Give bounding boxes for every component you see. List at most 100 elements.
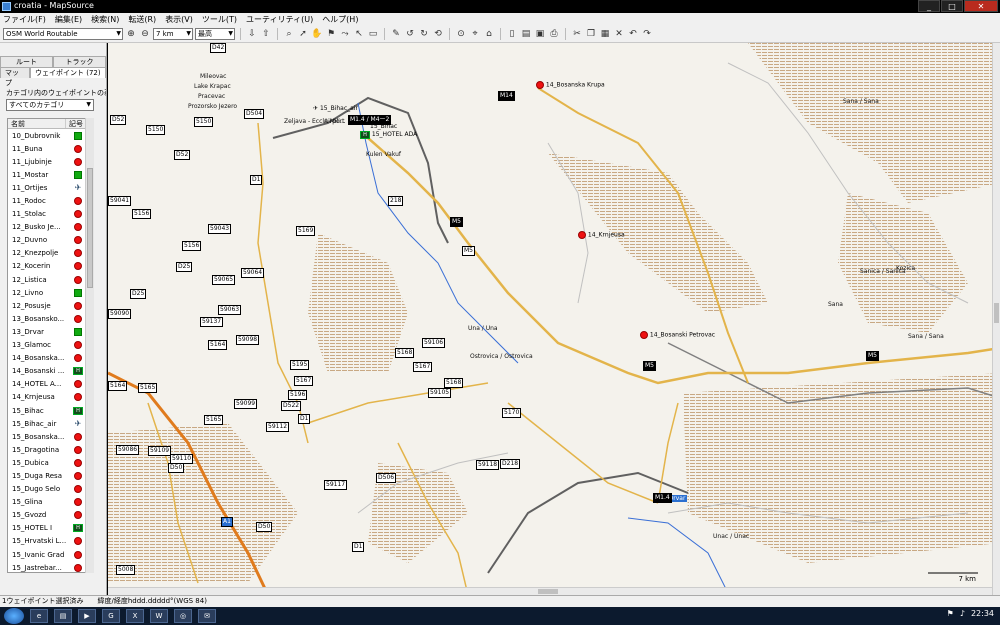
close-button[interactable]: ✕ (964, 0, 998, 12)
waypoint-row[interactable]: 11_Ortijes ✈ (8, 181, 92, 194)
waypoint-row[interactable]: 15_Dugo Selo (8, 483, 92, 496)
waypoint-marker[interactable]: 14_Bosanska Krupa (536, 81, 605, 89)
waypoint-marker[interactable]: ✈ 15_Bihac_air (313, 105, 358, 112)
maximize-button[interactable]: □ (941, 0, 963, 12)
paste-icon[interactable]: ▦ (599, 28, 611, 40)
scrollbar-thumb[interactable] (538, 589, 558, 594)
waypoint-row[interactable]: 12_Livno (8, 286, 92, 299)
waypoint-marker[interactable]: 14_Krnjeusa (578, 231, 625, 239)
new-icon[interactable]: ▯ (506, 28, 518, 40)
waypoint-row[interactable]: 15_HOTEL I H (8, 522, 92, 535)
waypoint-row[interactable]: 15_Bihac_air ✈ (8, 417, 92, 430)
waypoint-marker[interactable]: 14_Bosanski Petrovac (640, 331, 715, 339)
menu-edit[interactable]: 編集(E) (55, 14, 82, 25)
scrollbar-thumb[interactable] (994, 303, 999, 323)
waypoint-row[interactable]: 13_Glamoc (8, 339, 92, 352)
waypoint-row[interactable]: 15_Hrvatski L... (8, 535, 92, 548)
minimize-button[interactable]: _ (918, 0, 940, 12)
send-to-device-icon[interactable]: ⇧ (260, 28, 272, 40)
waypoint-row[interactable]: 12_Knezpolje (8, 247, 92, 260)
category-select[interactable]: すべてのカテゴリ ▼ (6, 99, 94, 111)
tab-waypoints[interactable]: ウェイポイント (72) (30, 67, 106, 78)
waypoint-marker[interactable]: H 15_HOTEL ADA (360, 131, 417, 139)
menu-tools[interactable]: ツール(T) (202, 14, 237, 25)
hand-tool-icon[interactable]: ✋ (311, 28, 323, 40)
map-horizontal-scrollbar[interactable] (108, 587, 992, 595)
open-icon[interactable]: ▤ (520, 28, 532, 40)
waypoint-row[interactable]: 14_Bosanska... (8, 352, 92, 365)
menu-file[interactable]: ファイル(F) (3, 14, 46, 25)
waypoint-row[interactable]: 14_Bosanski ... H (8, 365, 92, 378)
waypoint-row[interactable]: 15_Dragotina (8, 443, 92, 456)
waypoint-tool-icon[interactable]: ⚑ (325, 28, 337, 40)
measure-tool-icon[interactable]: ▭ (367, 28, 379, 40)
menu-search[interactable]: 検索(N) (91, 14, 119, 25)
pointer-tool-icon[interactable]: ↖ (353, 28, 365, 40)
tab-maps[interactable]: マップ (0, 67, 30, 87)
waypoint-row[interactable]: 12_Duvno (8, 234, 92, 247)
map-product-select[interactable]: OSM World Routable ▼ (3, 28, 123, 40)
waypoint-row[interactable]: 13_Drvar (8, 325, 92, 338)
clock[interactable]: 22:34 (971, 609, 994, 618)
taskbar-app-garmin-icon[interactable]: G (102, 609, 120, 623)
zoom-tool-icon[interactable]: ⌕ (283, 28, 295, 40)
waypoint-row[interactable]: 11_Mostar (8, 168, 92, 181)
waypoint-row[interactable]: 10_Dubrovnik (8, 129, 92, 142)
waypoint-row[interactable]: 15_Jastrebar... (8, 561, 92, 572)
waypoint-row[interactable]: 15_Dubica (8, 456, 92, 469)
waypoint-row[interactable]: 11_Rodoc (8, 194, 92, 207)
taskbar-app-word-icon[interactable]: W (150, 609, 168, 623)
print-icon[interactable]: ⎙ (548, 28, 560, 40)
zoom-in-icon[interactable]: ⊕ (125, 28, 137, 40)
map-view[interactable]: 14_Bosanska Krupa ✈ 15_Bihac_air 15_Biha… (108, 43, 1000, 595)
volume-icon[interactable]: ♪ (960, 609, 965, 618)
detail-select[interactable]: 最高 ▼ (195, 28, 235, 40)
waypoint-row[interactable]: 15_Bihac H (8, 404, 92, 417)
menu-view[interactable]: 表示(V) (165, 14, 193, 25)
delete-icon[interactable]: ✕ (613, 28, 625, 40)
zoom-out-icon[interactable]: ⊖ (139, 28, 151, 40)
waypoint-row[interactable]: 11_Ljubinje (8, 155, 92, 168)
select-tool-icon[interactable]: ➚ (297, 28, 309, 40)
flag-icon[interactable]: ⚑ (947, 609, 954, 618)
waypoint-row[interactable]: 12_Listica (8, 273, 92, 286)
menu-utilities[interactable]: ユーティリティ(U) (246, 14, 313, 25)
menu-transfer[interactable]: 転送(R) (128, 14, 156, 25)
column-name[interactable]: 名前 (8, 119, 66, 128)
waypoint-row[interactable]: 12_Busko Je... (8, 221, 92, 234)
waypoint-row[interactable]: 15_Gvozd (8, 509, 92, 522)
waypoint-row[interactable]: 11_Stolac (8, 208, 92, 221)
menu-help[interactable]: ヘルプ(H) (322, 14, 358, 25)
map-tool-3-icon[interactable]: ↻ (418, 28, 430, 40)
start-button[interactable] (4, 608, 24, 624)
map-tool-2-icon[interactable]: ↺ (404, 28, 416, 40)
waypoint-row[interactable]: 13_Bosansko... (8, 312, 92, 325)
route-tool-icon[interactable]: ⤳ (339, 28, 351, 40)
find-icon[interactable]: ⊙ (455, 28, 467, 40)
receive-from-device-icon[interactable]: ⇩ (246, 28, 258, 40)
waypoint-row[interactable]: 15_Glina (8, 496, 92, 509)
map-tool-icon[interactable]: ✎ (390, 28, 402, 40)
waypoint-row[interactable]: 14_HOTEL A... (8, 378, 92, 391)
taskbar-app-folder-icon[interactable]: ▤ (54, 609, 72, 623)
waypoint-list-scrollbar[interactable] (85, 118, 94, 573)
cut-icon[interactable]: ✂ (571, 28, 583, 40)
map-tool-4-icon[interactable]: ⟲ (432, 28, 444, 40)
save-icon[interactable]: ▣ (534, 28, 546, 40)
taskbar-app-media-icon[interactable]: ▶ (78, 609, 96, 623)
waypoint-row[interactable]: 12_Posusje (8, 299, 92, 312)
tab-tracks[interactable]: トラック (53, 56, 106, 67)
waypoint-row[interactable]: 15_Ivanic Grad (8, 548, 92, 561)
waypoint-row[interactable]: 15_Duga Resa (8, 469, 92, 482)
map-vertical-scrollbar[interactable] (992, 43, 1000, 595)
waypoint-row[interactable]: 11_Buna (8, 142, 92, 155)
taskbar-app-ie-icon[interactable]: e (30, 609, 48, 623)
taskbar-app-mail-icon[interactable]: ✉ (198, 609, 216, 623)
redo-icon[interactable]: ↷ (641, 28, 653, 40)
tab-routes[interactable]: ルート (0, 56, 53, 67)
copy-icon[interactable]: ❐ (585, 28, 597, 40)
taskbar-app-excel-icon[interactable]: X (126, 609, 144, 623)
taskbar-app-web-icon[interactable]: ◎ (174, 609, 192, 623)
zoom-scale-select[interactable]: 7 km ▼ (153, 28, 193, 40)
waypoint-row[interactable]: 15_Bosanska... (8, 430, 92, 443)
